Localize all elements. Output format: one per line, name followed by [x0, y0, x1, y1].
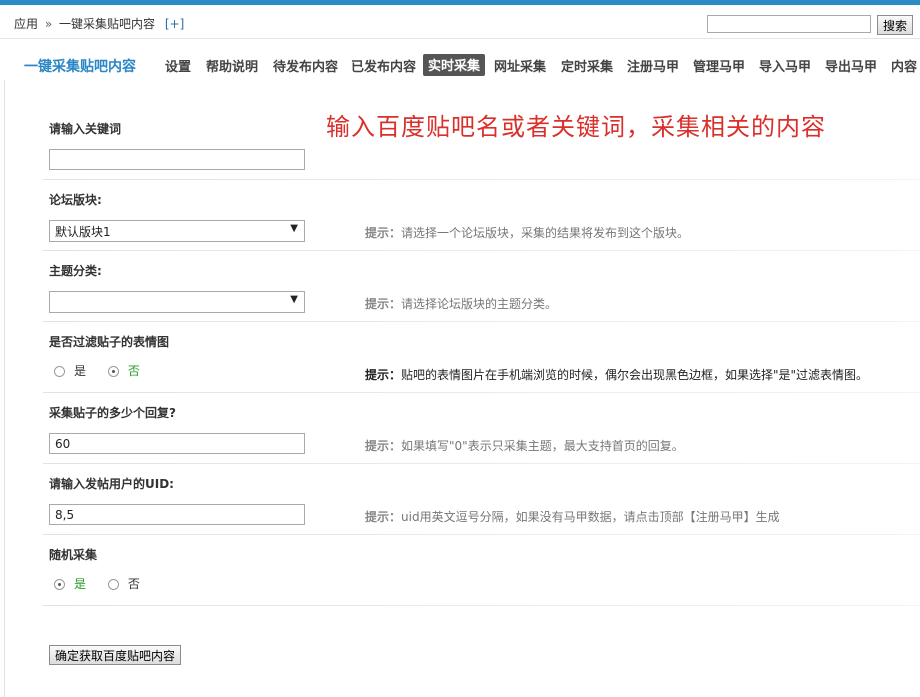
filter-emoji-no-radio[interactable]	[107, 366, 119, 377]
filter-emoji-label: 是否过滤贴子的表情图	[49, 335, 170, 349]
uid-input[interactable]	[49, 504, 305, 525]
breadcrumb: 应用 » 一键采集贴吧内容 [+]	[14, 15, 184, 32]
breadcrumb-app-link[interactable]: 应用	[14, 17, 38, 31]
forum-label: 论坛版块:	[49, 193, 102, 207]
breadcrumb-separator: »	[44, 17, 53, 31]
plugin-title: 一键采集贴吧内容	[24, 59, 136, 75]
topic-type-section: 主题分类: ▼ 提示：请选择论坛版块的主题分类。	[43, 251, 920, 322]
nav-item-import-accounts[interactable]: 导入马甲	[759, 56, 811, 75]
nav-item-realtime-collect[interactable]: 实时采集	[423, 54, 486, 76]
nav-item-url-collect[interactable]: 网址采集	[494, 56, 546, 75]
forum-section: 论坛版块: 默认版块1 ▼ 提示：请选择一个论坛版块，采集的结果将发布到这个版块…	[43, 180, 920, 251]
nav-item-help[interactable]: 帮助说明	[206, 56, 258, 75]
divider	[43, 605, 920, 606]
filter-emoji-radio-group: 是 否	[54, 362, 158, 379]
reply-count-tip: 提示：如果填写"0"表示只采集主题，最大支持首页的回复。	[365, 439, 684, 453]
nav-item-published[interactable]: 已发布内容	[351, 56, 416, 75]
topic-type-tip: 提示：请选择论坛版块的主题分类。	[365, 297, 558, 311]
search-input[interactable]	[707, 15, 871, 33]
content-left-border	[4, 80, 5, 697]
filter-emoji-tip: 提示：贴吧的表情图片在手机端浏览的时候，偶尔会出现黑色边框，如果选择"是"过滤表…	[365, 368, 869, 382]
filter-emoji-yes-radio[interactable]	[54, 366, 65, 377]
random-collect-no-radio[interactable]	[107, 579, 119, 590]
forum-select-value: 默认版块1	[55, 225, 111, 239]
nav-item-scheduled-collect[interactable]: 定时采集	[561, 56, 613, 75]
random-collect-section: 随机采集 是 否	[43, 535, 920, 606]
forum-tip: 提示：请选择一个论坛版块，采集的结果将发布到这个版块。	[365, 226, 690, 240]
filter-emoji-section: 是否过滤贴子的表情图 是 否 提示：贴吧的表情图片在手机端浏览的时候，偶尔会出现…	[43, 322, 920, 393]
filter-emoji-yes-label[interactable]: 是	[74, 364, 86, 378]
fetch-content-button[interactable]: 确定获取百度贴吧内容	[49, 645, 182, 665]
nav-item-pending[interactable]: 待发布内容	[273, 56, 338, 75]
breadcrumb-bar: 应用 » 一键采集贴吧内容 [+] 搜索	[0, 5, 920, 39]
random-collect-radio-group: 是 否	[54, 575, 158, 592]
reply-count-label: 采集贴子的多少个回复?	[49, 406, 176, 420]
keyword-input[interactable]	[49, 149, 305, 170]
uid-label: 请输入发帖用户的UID:	[49, 477, 174, 491]
keyword-section: 请输入关键词	[43, 108, 920, 180]
forum-select[interactable]: 默认版块1 ▼	[49, 220, 305, 242]
random-collect-label: 随机采集	[49, 548, 98, 562]
topic-type-label: 主题分类:	[49, 264, 102, 278]
keyword-label: 请输入关键词	[49, 122, 122, 136]
reply-count-section: 采集贴子的多少个回复? 提示：如果填写"0"表示只采集主题，最大支持首页的回复。	[43, 393, 920, 464]
random-collect-yes-label[interactable]: 是	[74, 577, 86, 591]
add-shortcut-button[interactable]: [+]	[165, 17, 184, 31]
dropdown-arrow-icon: ▼	[290, 223, 298, 234]
nav-item-register-accounts[interactable]: 注册马甲	[627, 56, 679, 75]
reply-count-input[interactable]	[49, 433, 305, 454]
breadcrumb-current-page: 一键采集贴吧内容	[59, 17, 156, 31]
dropdown-arrow-icon: ▼	[290, 294, 298, 305]
nav-item-settings[interactable]: 设置	[165, 56, 191, 75]
uid-tip: 提示：uid用英文逗号分隔，如果没有马甲数据，请点击顶部【注册马甲】生成	[365, 510, 780, 524]
uid-section: 请输入发帖用户的UID: 提示：uid用英文逗号分隔，如果没有马甲数据，请点击顶…	[43, 464, 920, 535]
random-collect-no-label[interactable]: 否	[128, 577, 140, 591]
plugin-nav: 一键采集贴吧内容 设置 帮助说明 待发布内容 已发布内容 实时采集 网址采集 定…	[0, 53, 920, 77]
nav-item-content[interactable]: 内容	[891, 56, 917, 75]
filter-emoji-no-label[interactable]: 否	[128, 364, 140, 378]
search-button[interactable]: 搜索	[877, 15, 913, 35]
topic-type-select[interactable]: ▼	[49, 291, 305, 313]
nav-item-export-accounts[interactable]: 导出马甲	[825, 56, 877, 75]
random-collect-yes-radio[interactable]	[54, 579, 65, 590]
nav-item-manage-accounts[interactable]: 管理马甲	[693, 56, 745, 75]
